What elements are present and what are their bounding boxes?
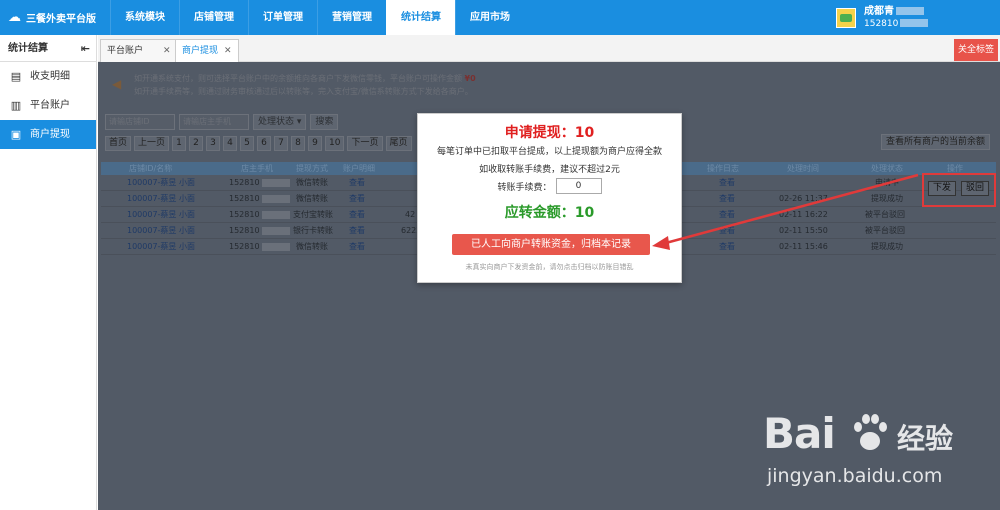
watermark-brand: Bai [763,409,836,458]
watermark: Bai 经验 jingyan.baidu.com [755,405,995,505]
nav-marketing[interactable]: 营销管理 [317,0,386,35]
fee-row: 转账手续费： 0 [418,178,681,194]
dialog-note-2: 如收取转账手续费，建议不超过2元 [479,165,620,175]
sidebar-item-platform-account[interactable]: ▥ 平台账户 [0,91,96,120]
status-select[interactable]: 处理状态 ▾ [253,114,307,130]
sidebar: 统计结算 ⇤ ▤ 收支明细 ▥ 平台账户 ▣ 商户提现 [0,35,97,510]
pager-prev[interactable]: 上一页 [134,136,170,151]
app-title: 三餐外卖平台版 [26,14,96,25]
avatar [836,7,856,28]
pager-page[interactable]: 1 [172,136,187,151]
nav-system[interactable]: 系统模块 [110,0,179,35]
nav-app-market[interactable]: 应用市场 [455,0,524,35]
fee-label: 转账手续费： [497,182,552,193]
close-all-tabs-button[interactable]: 关全标签 [953,39,998,61]
withdraw-dialog: 申请提现：10 每笔订单中已扣取平台提成，以上提现额为商户应得全款 如收取转账手… [417,113,682,283]
watermark-jingyan: 经验 [897,422,954,455]
pager-page[interactable]: 9 [308,136,323,151]
chevron-down-icon: ▾ [296,117,302,127]
pager-page[interactable]: 3 [206,136,221,151]
pager-page[interactable]: 5 [240,136,255,151]
pager-page[interactable]: 8 [291,136,306,151]
sidebar-item-income[interactable]: ▤ 收支明细 [0,62,96,91]
pager-page[interactable]: 6 [257,136,272,151]
tab-merchant-withdraw[interactable]: 商户提现 ✕ [175,39,239,62]
dialog-total: 应转金额：10 [504,205,595,221]
collapse-menu-icon[interactable]: ⇤ [81,35,90,62]
pager-page[interactable]: 4 [223,136,238,151]
dialog-note-1: 每笔订单中已扣取平台提成，以上提现额为商户应得全款 [436,147,662,157]
nav-statistics[interactable]: 统计结算 [386,0,455,35]
ledger-icon: ▤ [10,70,22,83]
dialog-title: 申请提现：10 [504,125,595,141]
dialog-tip: 未真实向商户下发资金前，请勿点击归档以防账目错乱 [465,263,634,271]
pager-page[interactable]: 7 [274,136,289,151]
pager-next[interactable]: 下一页 [347,136,383,151]
sidebar-header: 统计结算 ⇤ [0,35,96,62]
top-bar: ☁ 三餐外卖平台版 系统模块 店铺管理 订单管理 营销管理 统计结算 应用市场 … [0,0,1000,35]
search-row: 请输店铺ID 请输店主手机 处理状态 ▾ 搜索 [105,114,339,130]
pager-page[interactable]: 2 [189,136,204,151]
nav-order[interactable]: 订单管理 [248,0,317,35]
pager-first[interactable]: 首页 [105,136,132,151]
nav-store[interactable]: 店铺管理 [179,0,248,35]
pager-page[interactable]: 10 [325,136,345,151]
tab-bar: 平台账户 ✕ 商户提现 ✕ 关全标签 [98,35,1000,62]
fee-input[interactable]: 0 [555,178,602,194]
close-icon[interactable]: ✕ [163,46,171,56]
sidebar-item-withdraw[interactable]: ▣ 商户提现 [0,120,96,149]
issue-button[interactable]: 下发 [928,181,957,196]
user-panel[interactable]: 成都青 152810 [830,0,1000,35]
sidebar-title: 统计结算 [8,43,48,54]
withdraw-icon: ▣ [10,128,22,141]
search-button[interactable]: 搜索 [310,114,339,130]
app-logo[interactable]: ☁ 三餐外卖平台版 [8,0,96,35]
speaker-icon: ◀ [112,77,122,91]
platform-amount: ¥0 [464,74,476,83]
tab-platform-account[interactable]: 平台账户 ✕ [100,39,178,62]
paw-icon [854,414,887,450]
owner-phone-input[interactable]: 请输店主手机 [179,114,249,130]
store-id-input[interactable]: 请输店铺ID [105,114,175,130]
user-phone: 152810 [864,18,899,29]
close-icon[interactable]: ✕ [224,46,232,56]
reject-button[interactable]: 驳回 [961,181,990,196]
archive-button[interactable]: 已人工向商户转账资金，归档本记录 [452,234,650,255]
view-all-balance-button[interactable]: 查看所有商户的当前余额 [880,134,990,150]
pager-last[interactable]: 尾页 [385,136,412,151]
user-name: 成都青 [864,5,894,17]
pager: 首页 上一页 1 2 3 4 5 6 7 8 9 10 下一页 尾页 [105,136,412,151]
watermark-url: jingyan.baidu.com [767,465,943,487]
cloud-icon: ☁ [8,10,21,25]
top-nav: 系统模块 店铺管理 订单管理 营销管理 统计结算 应用市场 [110,0,524,35]
bar-chart-icon: ▥ [10,99,22,112]
